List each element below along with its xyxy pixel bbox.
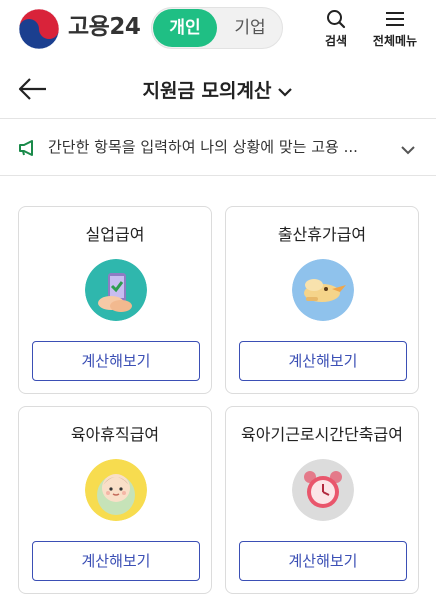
calculate-button[interactable]: 계산해보기 <box>32 341 200 381</box>
chevron-down-icon[interactable] <box>400 141 416 160</box>
card-title: 실업급여 <box>85 225 145 244</box>
user-type-toggle: 개인 기업 <box>151 7 283 49</box>
site-logo-text[interactable]: 고용24 <box>68 12 141 42</box>
page-title-dropdown[interactable]: 지원금 모의계산 <box>0 76 436 103</box>
info-notice[interactable]: 간단한 항목을 입력하여 나의 상황에 맞는 고용 ... <box>0 118 436 176</box>
baby-illustration-icon <box>85 459 147 521</box>
search-icon <box>327 10 346 29</box>
notice-text: 간단한 항목을 입력하여 나의 상황에 맞는 고용 ... <box>48 138 358 156</box>
alarm-clock-illustration-icon <box>292 459 354 521</box>
card-title: 출산휴가급여 <box>277 225 367 244</box>
calculate-button[interactable]: 계산해보기 <box>32 541 200 581</box>
page-title-bar: 지원금 모의계산 <box>0 62 436 116</box>
calc-card-parental-leave: 육아휴직급여 계산해보기 <box>18 406 212 594</box>
page-title: 지원금 모의계산 <box>142 80 272 102</box>
hamburger-menu-icon <box>386 12 404 26</box>
calc-card-unemployment: 실업급여 계산해보기 <box>18 206 212 394</box>
toggle-business[interactable]: 기업 <box>218 9 282 47</box>
calculate-button[interactable]: 계산해보기 <box>239 541 407 581</box>
all-menu-label: 전체메뉴 <box>372 34 418 48</box>
card-title: 육아기근로시간단축급여 <box>241 425 403 444</box>
stork-illustration-icon <box>292 259 354 321</box>
all-menu-button[interactable]: 전체메뉴 <box>366 8 424 49</box>
search-label: 검색 <box>324 34 348 48</box>
calc-card-maternity-leave: 출산휴가급여 계산해보기 <box>225 206 419 394</box>
calc-card-reduced-hours: 육아기근로시간단축급여 계산해보기 <box>225 406 419 594</box>
top-header: 고용24 개인 기업 검색 전체메뉴 <box>0 0 436 58</box>
taegeuk-logo-icon[interactable] <box>17 7 61 51</box>
card-title: 육아휴직급여 <box>70 425 160 444</box>
toggle-personal[interactable]: 개인 <box>153 9 217 47</box>
calculate-button[interactable]: 계산해보기 <box>239 341 407 381</box>
phone-check-illustration-icon <box>85 259 147 321</box>
search-button[interactable]: 검색 <box>318 8 354 49</box>
megaphone-icon <box>18 139 36 161</box>
chevron-down-icon <box>277 81 293 103</box>
